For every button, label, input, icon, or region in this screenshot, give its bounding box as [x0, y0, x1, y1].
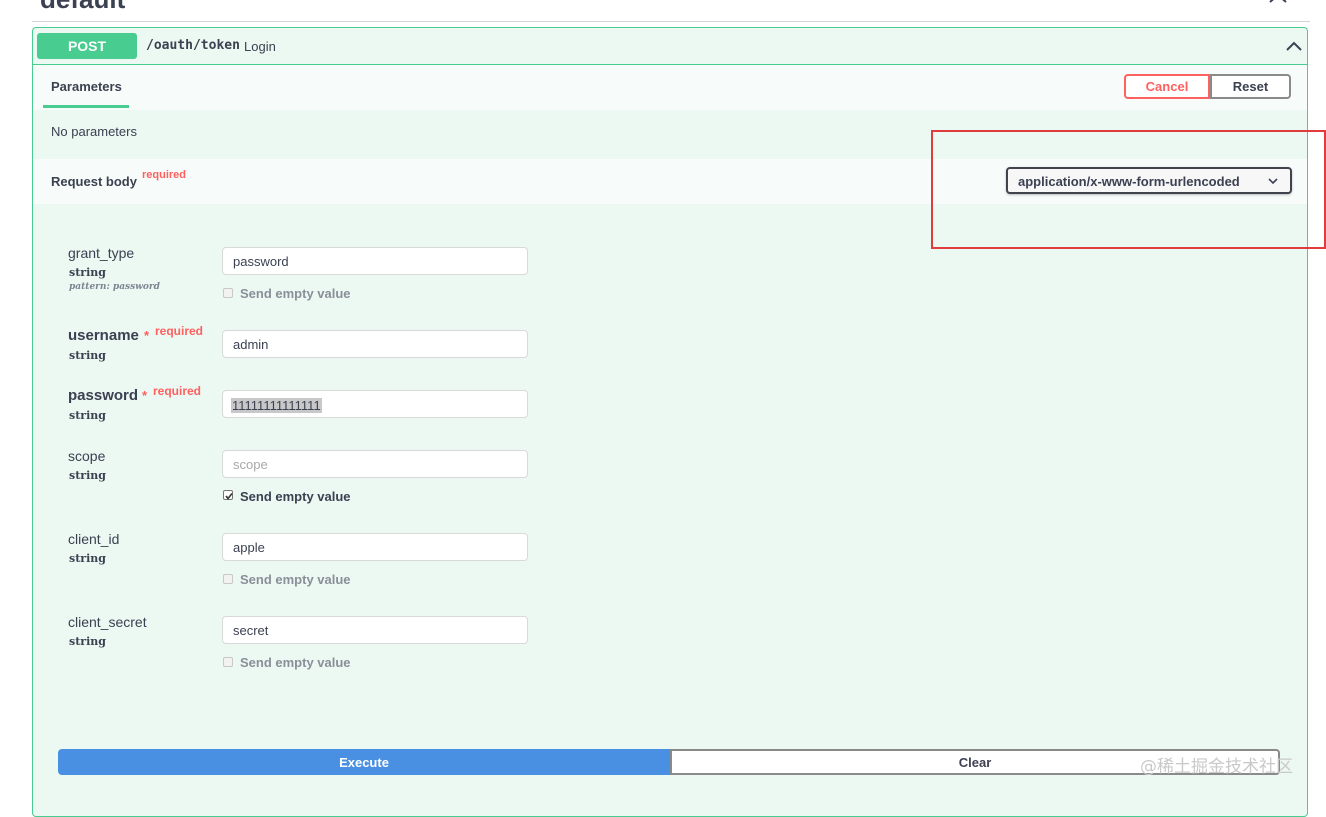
chevron-up-icon[interactable]	[1268, 0, 1288, 4]
operation-path: /oauth/token	[146, 38, 240, 53]
client-id-send-empty-label: Send empty value	[240, 572, 351, 587]
client-id-input[interactable]	[222, 533, 528, 561]
client-secret-input[interactable]	[222, 616, 528, 644]
username-input[interactable]	[222, 330, 528, 358]
scope-send-empty-label: Send empty value	[240, 489, 351, 504]
grant-type-send-empty-checkbox[interactable]	[223, 288, 233, 298]
section-title: default	[40, 0, 125, 15]
tab-parameters[interactable]: Parameters	[43, 65, 129, 108]
field-type-client-secret: string	[69, 635, 106, 648]
field-type-grant-type: string	[69, 266, 106, 279]
field-type-client-id: string	[69, 552, 106, 565]
field-type-username: string	[69, 349, 106, 362]
field-name-scope: scope	[68, 448, 106, 464]
method-badge: POST	[37, 33, 137, 59]
scope-input[interactable]	[222, 450, 528, 478]
operation-summary[interactable]: POST /oauth/token Login	[33, 28, 1307, 65]
client-secret-send-empty-label: Send empty value	[240, 655, 351, 670]
field-name-client-id: client_id	[68, 531, 120, 547]
required-label: required	[153, 384, 202, 398]
required-star: *	[142, 388, 148, 403]
execute-button[interactable]: Execute	[58, 749, 670, 775]
grant-type-send-empty-label: Send empty value	[240, 286, 351, 301]
execute-wrapper: Execute Clear	[58, 749, 1282, 775]
field-type-password: string	[69, 409, 106, 422]
field-name-password: password	[68, 387, 139, 404]
field-name-grant-type: grant_type	[68, 245, 135, 261]
client-secret-send-empty-checkbox[interactable]	[223, 657, 233, 667]
required-label: required	[142, 169, 187, 181]
divider	[32, 21, 1310, 22]
cancel-button[interactable]: Cancel	[1124, 74, 1210, 99]
no-parameters-text: No parameters	[51, 124, 137, 139]
field-name-username: username	[68, 327, 139, 344]
chevron-up-icon[interactable]	[1285, 40, 1303, 52]
scope-send-empty-checkbox[interactable]	[223, 490, 233, 500]
grant-type-input[interactable]	[222, 247, 528, 275]
password-value-selected: 11111111111111	[231, 398, 322, 413]
required-star: *	[144, 328, 150, 343]
operation-summary-text: Login	[244, 39, 276, 54]
annotation-highlight-box	[931, 130, 1326, 249]
checkmark-icon	[225, 493, 233, 500]
reset-button[interactable]: Reset	[1210, 74, 1291, 99]
field-name-client-secret: client_secret	[68, 614, 147, 630]
request-body-title: Request body	[51, 174, 137, 189]
client-id-send-empty-checkbox[interactable]	[223, 574, 233, 584]
field-type-scope: string	[69, 469, 106, 482]
field-pattern-grant-type: pattern: password	[69, 282, 160, 292]
required-label: required	[155, 324, 204, 338]
tab-parameters-label: Parameters	[51, 79, 122, 94]
parameters-header: Parameters Cancel Reset	[33, 65, 1307, 110]
watermark: @稀土掘金技术社区	[1140, 757, 1293, 777]
